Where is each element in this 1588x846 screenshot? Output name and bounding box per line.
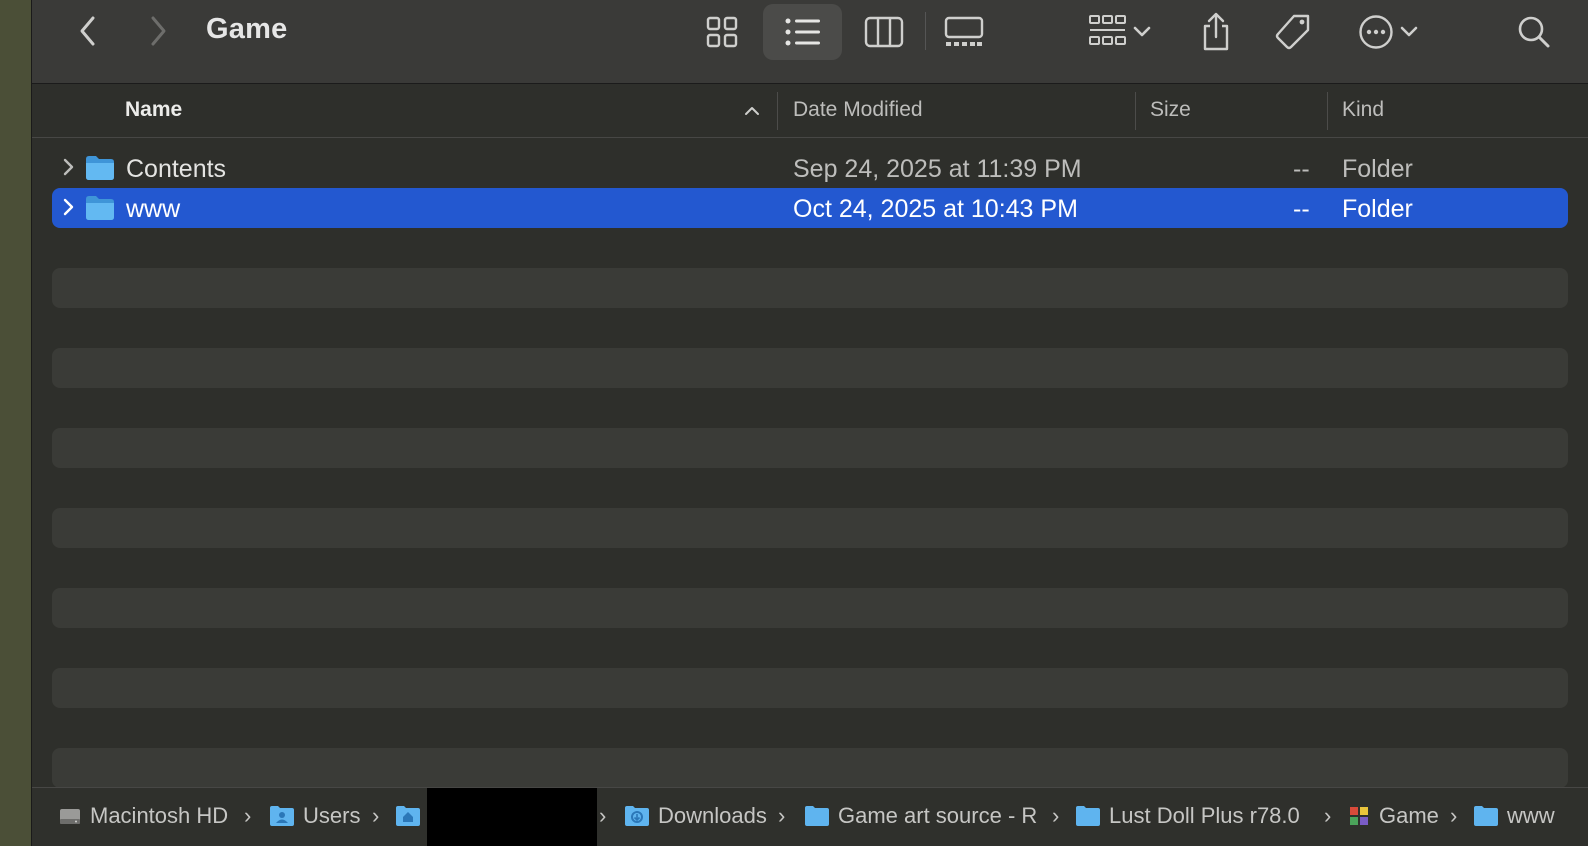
file-kind: Folder: [1342, 195, 1413, 223]
path-label: Game art source - R: [838, 803, 1038, 828]
empty-row: [52, 268, 1568, 308]
empty-row: [52, 548, 1568, 588]
file-kind: Folder: [1342, 155, 1413, 183]
group-by-icon: [1089, 15, 1126, 45]
empty-row: [52, 468, 1568, 508]
chevron-right-icon: [151, 16, 166, 46]
list-icon: [785, 18, 820, 46]
column-header: Name Date Modified Size Kind: [32, 84, 1588, 138]
disclosure-triangle-icon[interactable]: [62, 197, 76, 217]
path-separator: ›: [1450, 803, 1458, 828]
desktop-edge: [0, 0, 31, 846]
path-item-users[interactable]: Users: [269, 802, 360, 830]
column-view-button[interactable]: [854, 6, 914, 58]
path-separator: ›: [244, 803, 252, 828]
empty-row: [52, 228, 1568, 268]
path-item-www[interactable]: www: [1473, 802, 1555, 830]
game-app-icon: [1350, 807, 1368, 825]
path-label: www: [1507, 803, 1555, 828]
file-date: Sep 24, 2025 at 11:39 PM: [793, 155, 1082, 183]
ellipsis-circle-icon: [1359, 15, 1393, 49]
path-separator: ›: [1324, 803, 1332, 828]
disclosure-triangle-icon[interactable]: [62, 157, 76, 177]
gallery-view-button[interactable]: [934, 6, 994, 58]
path-bar: Macintosh HD › Users › › Downloads › Gam…: [32, 787, 1588, 846]
column-divider[interactable]: [1327, 92, 1328, 130]
empty-row: [52, 668, 1568, 708]
toolbar: Game: [32, 0, 1588, 84]
path-item-game-art-source[interactable]: Game art source - R: [804, 802, 1037, 830]
path-label: Downloads: [658, 803, 767, 828]
column-size-header[interactable]: Size: [1150, 98, 1191, 122]
path-label: Users: [303, 803, 361, 828]
chevron-down-icon: [1400, 26, 1418, 37]
path-label: Game: [1379, 803, 1439, 828]
empty-row: [52, 628, 1568, 668]
file-name: Contents: [126, 155, 227, 183]
folder-icon: [1474, 806, 1498, 826]
file-row-www[interactable]: www Oct 24, 2025 at 10:43 PM -- Folder: [52, 188, 1568, 228]
file-name: www: [126, 195, 181, 223]
empty-row: [52, 308, 1568, 348]
path-item-lust-doll-plus[interactable]: Lust Doll Plus r78.0: [1075, 802, 1300, 830]
icon-view-button[interactable]: [692, 6, 752, 58]
tag-button[interactable]: [1269, 6, 1317, 58]
path-item-downloads[interactable]: Downloads: [624, 802, 767, 830]
column-divider[interactable]: [1135, 92, 1136, 130]
list-view-button[interactable]: [763, 4, 842, 60]
more-actions-button[interactable]: [1350, 6, 1426, 58]
path-separator: ›: [599, 803, 607, 828]
tag-icon: [1275, 14, 1310, 50]
empty-row: [52, 708, 1568, 748]
finder-window: Game Name Date Modified Size Kind Conten…: [31, 0, 1588, 846]
redacted-username: [427, 788, 597, 846]
users-folder-icon: [270, 806, 294, 826]
empty-row: [52, 588, 1568, 628]
path-item-macintosh-hd[interactable]: Macintosh HD: [58, 802, 228, 830]
column-date-header[interactable]: Date Modified: [793, 98, 923, 122]
downloads-folder-icon: [625, 806, 649, 826]
file-size: --: [1293, 195, 1310, 223]
file-date: Oct 24, 2025 at 10:43 PM: [793, 195, 1078, 223]
empty-row: [52, 388, 1568, 428]
back-button[interactable]: [70, 12, 106, 50]
home-folder-icon: [396, 806, 420, 826]
file-row-contents[interactable]: Contents Sep 24, 2025 at 11:39 PM -- Fol…: [52, 148, 1568, 188]
gallery-icon: [944, 16, 984, 46]
path-label: Macintosh HD: [90, 803, 229, 828]
share-button[interactable]: [1192, 6, 1240, 58]
folder-icon: [86, 156, 114, 180]
path-item-game[interactable]: Game: [1347, 802, 1439, 830]
column-divider[interactable]: [777, 92, 778, 130]
empty-row: [52, 348, 1568, 388]
path-separator: ›: [372, 803, 380, 828]
path-item-home[interactable]: [395, 802, 429, 830]
chevron-left-icon: [80, 16, 95, 46]
search-button[interactable]: [1510, 8, 1558, 56]
sort-ascending-icon: [745, 107, 759, 115]
hard-drive-icon: [60, 809, 80, 824]
folder-icon: [86, 196, 114, 220]
search-icon: [1518, 16, 1550, 48]
forward-button[interactable]: [140, 12, 176, 50]
path-label: Lust Doll Plus r78.0: [1109, 803, 1300, 828]
grid-icon: [706, 16, 738, 48]
folder-icon: [1076, 806, 1100, 826]
chevron-down-icon: [1133, 26, 1151, 37]
column-name-header[interactable]: Name: [125, 98, 182, 122]
file-size: --: [1293, 155, 1310, 183]
columns-icon: [864, 16, 904, 48]
empty-row: [52, 508, 1568, 548]
empty-row: [52, 428, 1568, 468]
group-by-button[interactable]: [1080, 6, 1160, 58]
window-title: Game: [206, 13, 288, 45]
path-separator: ›: [1052, 803, 1060, 828]
path-separator: ›: [778, 803, 786, 828]
empty-row: [52, 748, 1568, 788]
folder-icon: [805, 806, 829, 826]
share-icon: [1203, 12, 1229, 51]
file-list: Contents Sep 24, 2025 at 11:39 PM -- Fol…: [52, 148, 1568, 788]
toolbar-separator: [925, 12, 926, 50]
column-kind-header[interactable]: Kind: [1342, 98, 1384, 122]
